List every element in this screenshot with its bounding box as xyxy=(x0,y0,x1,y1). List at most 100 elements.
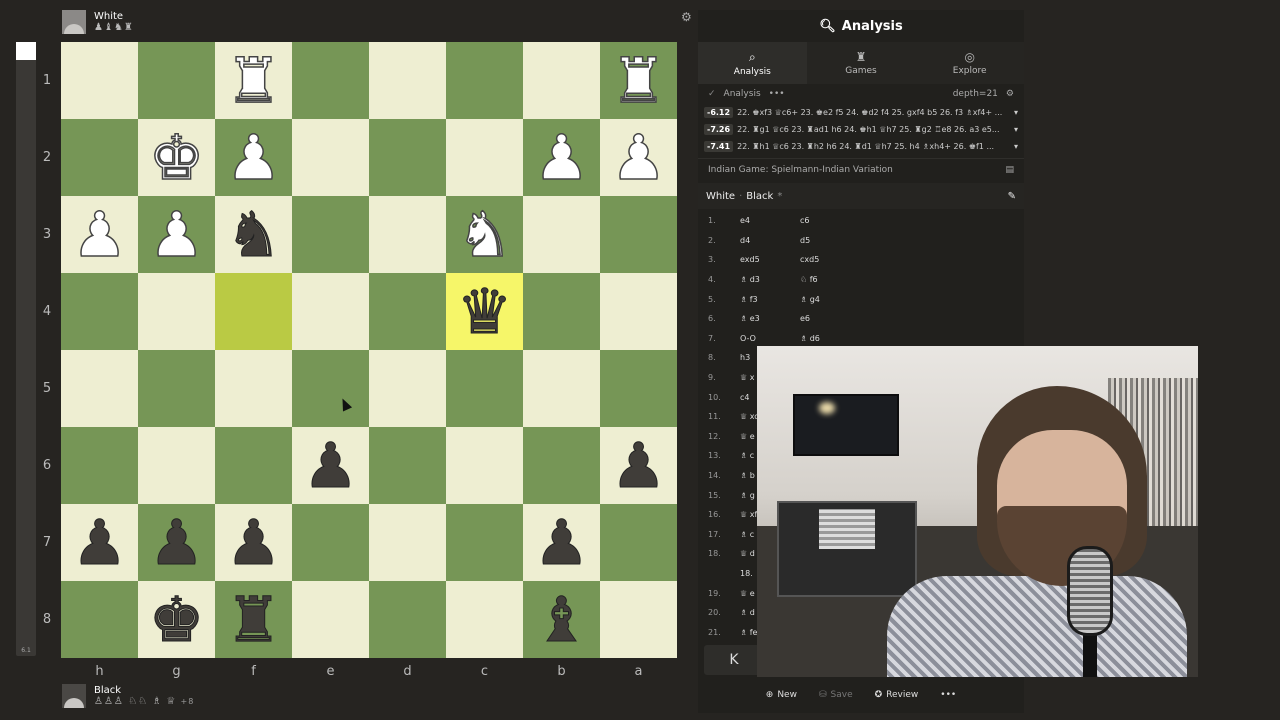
board-square-b4[interactable] xyxy=(523,273,600,350)
black-move[interactable]: c6 xyxy=(800,216,866,225)
board-square-c4[interactable]: ♛ xyxy=(446,273,523,350)
board-square-a6[interactable]: ♟ xyxy=(600,427,677,504)
board-square-g8[interactable]: ♚ xyxy=(138,581,215,658)
white-move[interactable]: e4 xyxy=(734,216,800,225)
new-button[interactable]: ⊕ New xyxy=(766,690,797,700)
board-square-b3[interactable] xyxy=(523,196,600,273)
board-square-f7[interactable]: ♟ xyxy=(215,504,292,581)
white-move[interactable]: d4 xyxy=(734,236,800,245)
board-square-e2[interactable] xyxy=(292,119,369,196)
tab-analysis[interactable]: ⌕ Analysis xyxy=(698,42,807,84)
white-pawn-icon[interactable]: ♟ xyxy=(610,125,667,189)
save-button[interactable]: ⛁ Save xyxy=(819,690,853,700)
white-pawn-icon[interactable]: ♟ xyxy=(225,125,282,189)
black-rook-icon[interactable]: ♜ xyxy=(225,588,282,651)
black-move[interactable]: ♗ d6 xyxy=(800,334,866,343)
board-square-b2[interactable]: ♟ xyxy=(523,119,600,196)
board-square-a3[interactable] xyxy=(600,196,677,273)
engine-line[interactable]: -7.26 22. ♜g1 ♕c6 23. ♜ad1 h6 24. ♚h1 ♕h… xyxy=(698,121,1024,138)
white-move[interactable]: ♗ d3 xyxy=(734,275,800,284)
first-move-button[interactable]: K xyxy=(704,645,764,675)
board-square-d4[interactable] xyxy=(369,273,446,350)
engine-settings-gear-icon[interactable]: ⚙ xyxy=(1006,89,1014,99)
chevron-down-icon[interactable]: ▾ xyxy=(1014,142,1018,151)
white-rook-icon[interactable]: ♜ xyxy=(610,48,667,112)
board-square-b8[interactable]: ♝ xyxy=(523,581,600,658)
board-square-e1[interactable] xyxy=(292,42,369,119)
board-square-g1[interactable] xyxy=(138,42,215,119)
white-pawn-icon[interactable]: ♟ xyxy=(71,202,128,266)
board-square-g3[interactable]: ♟ xyxy=(138,196,215,273)
board-square-e4[interactable] xyxy=(292,273,369,350)
board-square-h1[interactable] xyxy=(61,42,138,119)
board-square-e3[interactable] xyxy=(292,196,369,273)
white-move[interactable]: exd5 xyxy=(734,255,800,264)
white-move[interactable]: O-O xyxy=(734,334,800,343)
review-button[interactable]: ✪ Review xyxy=(875,690,919,700)
black-bishop-icon[interactable]: ♝ xyxy=(533,588,590,651)
chevron-down-icon[interactable]: ▾ xyxy=(1014,108,1018,117)
board-square-a2[interactable]: ♟ xyxy=(600,119,677,196)
board-square-e7[interactable] xyxy=(292,504,369,581)
board-square-d2[interactable] xyxy=(369,119,446,196)
black-pawn-icon[interactable]: ♟ xyxy=(533,511,590,574)
black-move[interactable]: ♘ f6 xyxy=(800,275,866,284)
board-square-g4[interactable] xyxy=(138,273,215,350)
board-square-f6[interactable] xyxy=(215,427,292,504)
black-pawn-icon[interactable]: ♟ xyxy=(225,511,282,574)
chess-board[interactable]: ♜ ♜ ♚ ♟ ♟ ♟ ♟ ♟ ♞ ♞ ♛ ♟ ♟ ♟ ♟ ♟ ♟ ♚ ♜ ♝ xyxy=(61,42,677,658)
opening-book-icon[interactable]: ▤ xyxy=(1005,165,1014,175)
board-square-a1[interactable]: ♜ xyxy=(600,42,677,119)
black-move[interactable]: ♗ g4 xyxy=(800,295,866,304)
black-pawn-icon[interactable]: ♟ xyxy=(148,511,205,574)
board-square-c3[interactable]: ♞ xyxy=(446,196,523,273)
more-options-button[interactable]: ••• xyxy=(940,690,956,700)
black-queen-icon[interactable]: ♛ xyxy=(456,280,513,343)
black-pawn-icon[interactable]: ♟ xyxy=(302,434,359,497)
board-square-f4[interactable] xyxy=(215,273,292,350)
board-square-d6[interactable] xyxy=(369,427,446,504)
white-pawn-icon[interactable]: ♟ xyxy=(148,202,205,266)
board-square-h2[interactable] xyxy=(61,119,138,196)
white-move[interactable]: ♗ e3 xyxy=(734,314,800,323)
board-square-g6[interactable] xyxy=(138,427,215,504)
board-square-h4[interactable] xyxy=(61,273,138,350)
board-square-a4[interactable] xyxy=(600,273,677,350)
board-square-g2[interactable]: ♚ xyxy=(138,119,215,196)
board-square-h7[interactable]: ♟ xyxy=(61,504,138,581)
board-square-d1[interactable] xyxy=(369,42,446,119)
board-square-f2[interactable]: ♟ xyxy=(215,119,292,196)
board-settings-gear-icon[interactable]: ⚙ xyxy=(681,10,692,24)
white-king-icon[interactable]: ♚ xyxy=(148,125,205,189)
board-square-f3[interactable]: ♞ xyxy=(215,196,292,273)
board-square-c7[interactable] xyxy=(446,504,523,581)
board-square-b6[interactable] xyxy=(523,427,600,504)
board-square-c6[interactable] xyxy=(446,427,523,504)
black-king-icon[interactable]: ♚ xyxy=(148,588,205,651)
board-square-b5[interactable] xyxy=(523,350,600,427)
white-pawn-icon[interactable]: ♟ xyxy=(533,125,590,189)
board-square-e5[interactable] xyxy=(292,350,369,427)
board-square-f5[interactable] xyxy=(215,350,292,427)
black-pawn-icon[interactable]: ♟ xyxy=(71,511,128,574)
board-square-b7[interactable]: ♟ xyxy=(523,504,600,581)
white-rook-icon[interactable]: ♜ xyxy=(225,48,282,112)
engine-more-button[interactable]: ••• xyxy=(769,89,785,99)
board-square-h3[interactable]: ♟ xyxy=(61,196,138,273)
board-square-h6[interactable] xyxy=(61,427,138,504)
board-square-c8[interactable] xyxy=(446,581,523,658)
board-square-d3[interactable] xyxy=(369,196,446,273)
engine-line[interactable]: -7.41 22. ♜h1 ♕c6 23. ♜h2 h6 24. ♜d1 ♕h7… xyxy=(698,138,1024,155)
white-move[interactable]: ♗ f3 xyxy=(734,295,800,304)
board-square-e8[interactable] xyxy=(292,581,369,658)
black-move[interactable]: cxd5 xyxy=(800,255,866,264)
board-square-a5[interactable] xyxy=(600,350,677,427)
board-square-h8[interactable] xyxy=(61,581,138,658)
black-move[interactable]: d5 xyxy=(800,236,866,245)
board-square-c5[interactable] xyxy=(446,350,523,427)
board-square-c2[interactable] xyxy=(446,119,523,196)
engine-line[interactable]: -6.12 22. ♚xf3 ♕c6+ 23. ♚e2 f5 24. ♚d2 f… xyxy=(698,104,1024,121)
board-square-a8[interactable] xyxy=(600,581,677,658)
tab-explore[interactable]: ◎ Explore xyxy=(915,42,1024,84)
black-knight-icon[interactable]: ♞ xyxy=(225,203,282,266)
